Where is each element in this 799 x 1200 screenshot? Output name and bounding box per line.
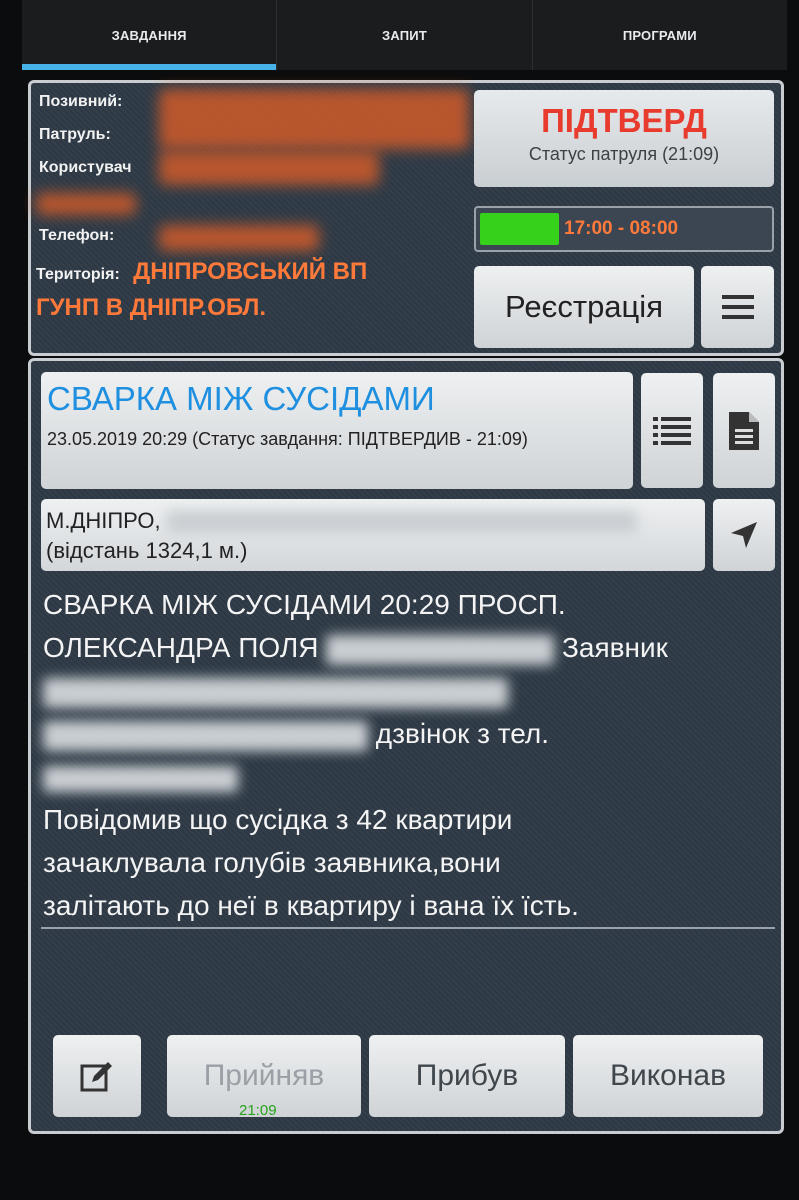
list-icon [653, 416, 691, 445]
desc-line-4-text: дзвінок з тел. [375, 718, 550, 749]
redacted-phone [159, 225, 319, 251]
desc-line-4: дзвінок з тел. [43, 712, 773, 755]
tab-tasks[interactable]: ЗАВДАННЯ [22, 0, 278, 70]
arrived-button[interactable]: Прибув [369, 1035, 565, 1117]
patrol-status-title: ПІДТВЕРД [541, 102, 707, 139]
territory-label: Територія: [36, 266, 120, 283]
hamburger-menu-icon [721, 295, 754, 319]
desc-line-6: Повідомив що сусідка з 42 квартири [43, 804, 513, 835]
tab-bar: ЗАВДАННЯ ЗАПИТ ПРОГРАМИ [22, 0, 787, 70]
document-icon [729, 411, 759, 450]
patrol-info-panel: Позивний: Патруль: Користувач Телефон: Т… [28, 80, 784, 356]
task-panel: СВАРКА МІЖ СУСІДАМИ 23.05.2019 20:29 (Ст… [28, 358, 784, 1134]
divider [41, 927, 775, 929]
desc-line-3 [43, 669, 773, 712]
address-distance: (відстань 1324,1 м.) [46, 538, 248, 563]
task-description: СВАРКА МІЖ СУСІДАМИ 20:29 ПРОСП. ОЛЕКСАН… [43, 583, 773, 927]
menu-button[interactable] [701, 266, 774, 348]
tab-programs[interactable]: ПРОГРАМИ [533, 0, 787, 70]
desc-line-7: зачаклувала голубів заявника,вони [43, 847, 501, 878]
desc-line-1: СВАРКА МІЖ СУСІДАМИ 20:29 ПРОСП. [43, 589, 566, 620]
territory-value-line2: ГУНП В ДНІПР.ОБЛ. [36, 294, 267, 321]
patrol-status-subtitle: Статус патруля (21:09) [528, 144, 720, 164]
desc-line-5 [43, 755, 773, 798]
navigate-button[interactable] [713, 499, 775, 571]
task-address: М.ДНІПРО, (відстань 1324,1 м.) [41, 499, 705, 571]
phone-label: Телефон: [39, 227, 115, 244]
desc-line-2b: Заявник [561, 632, 668, 663]
desc-line-2: ОЛЕКСАНДРА ПОЛЯ Заявник [43, 626, 773, 669]
edit-icon [80, 1062, 112, 1092]
address-text: М.ДНІПРО, (відстань 1324,1 м.) [46, 506, 637, 566]
callsign-label: Позивний: [39, 93, 123, 110]
task-title: СВАРКА МІЖ СУСІДАМИ [47, 380, 435, 417]
address-city: М.ДНІПРО, [46, 508, 161, 533]
task-date-status: 23.05.2019 20:29 (Статус завдання: ПІДТВ… [47, 429, 528, 449]
territory-value-line1: ДНІПРОВСЬКИЙ ВП [133, 258, 368, 285]
redacted-phone-number [43, 765, 238, 792]
redacted-applicant-name-2 [43, 720, 368, 751]
redacted-applicant-name [43, 677, 508, 708]
user-label: Користувач [39, 159, 132, 176]
redacted-callsign [159, 89, 469, 149]
task-header: СВАРКА МІЖ СУСІДАМИ 23.05.2019 20:29 (Ст… [41, 372, 633, 489]
patrol-label: Патруль: [39, 126, 111, 143]
redacted-address [166, 511, 637, 534]
redacted-user [159, 151, 379, 185]
desc-line-8: залітають до неї в квартиру і вана їх їс… [43, 890, 579, 921]
tab-request[interactable]: ЗАПИТ [277, 0, 533, 70]
edit-button[interactable] [53, 1035, 141, 1117]
desc-line-2a: ОЛЕКСАНДРА ПОЛЯ [43, 632, 319, 663]
register-button[interactable]: Реєстрація [474, 266, 694, 348]
patrol-status-button[interactable]: ПІДТВЕРД Статус патруля (21:09) [474, 90, 774, 187]
accepted-time: 21:09 [239, 1102, 277, 1119]
navigation-arrow-icon [731, 522, 757, 548]
shift-time: 17:00 - 08:00 [564, 218, 679, 239]
redacted-address-number [326, 634, 555, 665]
task-list-button[interactable] [641, 373, 703, 488]
shift-progress-fill [480, 213, 559, 245]
task-document-button[interactable] [713, 373, 775, 488]
territory: Територія: ДНІПРОВСЬКИЙ ВП ГУНП В ДНІПР.… [36, 255, 456, 324]
shift-progress-bar: 17:00 - 08:00 [474, 206, 774, 252]
done-button[interactable]: Виконав [573, 1035, 763, 1117]
redacted-field [36, 193, 136, 215]
